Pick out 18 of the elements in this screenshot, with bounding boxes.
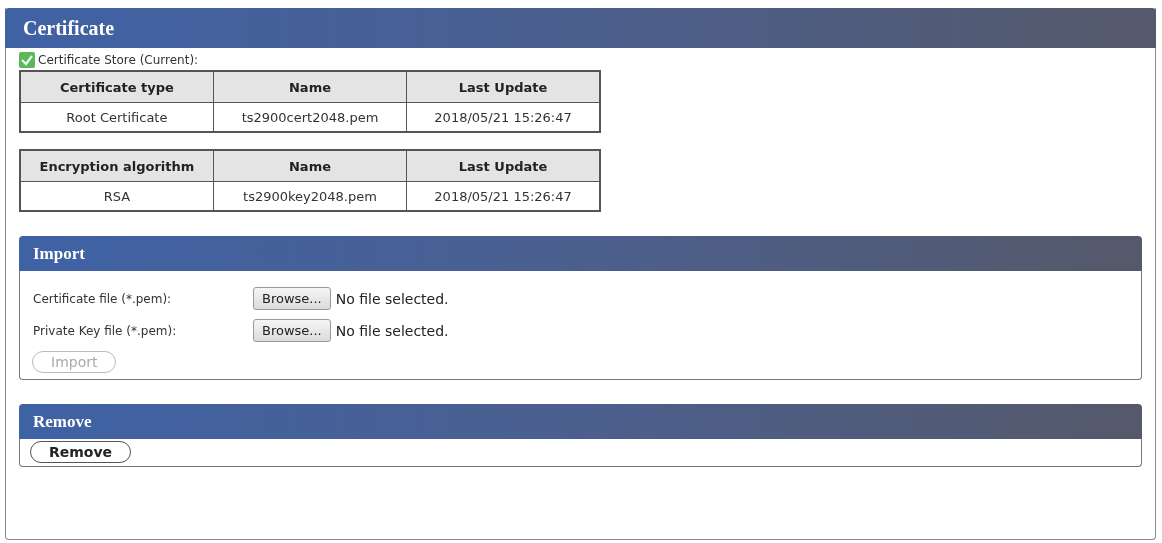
column-header: Name — [213, 150, 407, 182]
column-header: Certificate type — [20, 71, 214, 103]
column-header: Last Update — [406, 71, 600, 103]
file-label: Private Key file (*.pem): — [33, 323, 178, 338]
section-title: Remove — [33, 411, 92, 432]
column-header: Encryption algorithm — [20, 150, 214, 182]
section-title: Import — [33, 243, 85, 264]
check-shield-icon — [19, 52, 35, 68]
file-status: No file selected. — [335, 322, 449, 339]
browse-button[interactable]: Browse... — [253, 287, 331, 310]
browse-button[interactable]: Browse... — [253, 319, 331, 342]
store-label: Certificate Store (Current): — [38, 53, 199, 67]
remove-button[interactable]: Remove — [30, 441, 132, 463]
section-title: Certificate — [23, 16, 115, 40]
column-header: Last Update — [406, 150, 600, 182]
file-status: No file selected. — [335, 290, 449, 307]
file-label: Certificate file (*.pem): — [33, 291, 173, 306]
column-header: Name — [213, 71, 407, 103]
